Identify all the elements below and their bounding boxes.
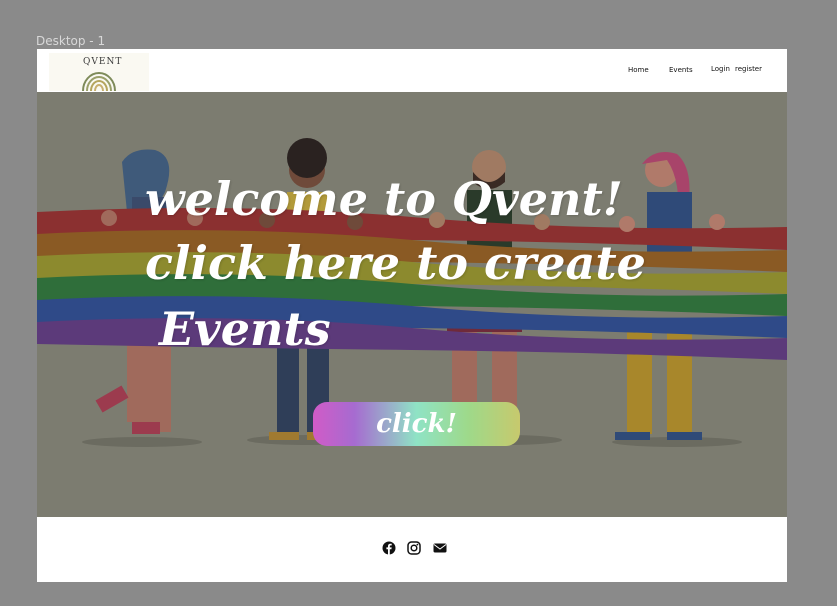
hero-illustration — [37, 92, 787, 517]
footer — [37, 517, 787, 582]
envelope-icon[interactable] — [433, 541, 447, 555]
instagram-icon[interactable] — [407, 541, 421, 555]
navbar: QVENT Home Events Login register — [37, 49, 787, 92]
frame-label: Desktop - 1 — [36, 34, 106, 48]
nav-login-link[interactable]: Login — [711, 65, 730, 73]
facebook-icon[interactable] — [382, 541, 396, 555]
nav-register-link[interactable]: register — [735, 65, 762, 73]
click-button[interactable]: click! — [313, 402, 520, 446]
nav-events-link[interactable]: Events — [669, 66, 693, 74]
desktop-frame: QVENT Home Events Login register welcome… — [37, 49, 787, 582]
hero-title-line1: welcome to Qvent! — [145, 172, 623, 226]
rainbow-logo-icon — [82, 72, 116, 91]
hero-title-line3: Events — [159, 302, 331, 356]
logo[interactable]: QVENT — [49, 53, 149, 91]
hero-section: welcome to Qvent! click here to create E… — [37, 92, 787, 517]
nav-home-link[interactable]: Home — [628, 66, 649, 74]
hero-title-line2: click here to create — [145, 236, 646, 290]
